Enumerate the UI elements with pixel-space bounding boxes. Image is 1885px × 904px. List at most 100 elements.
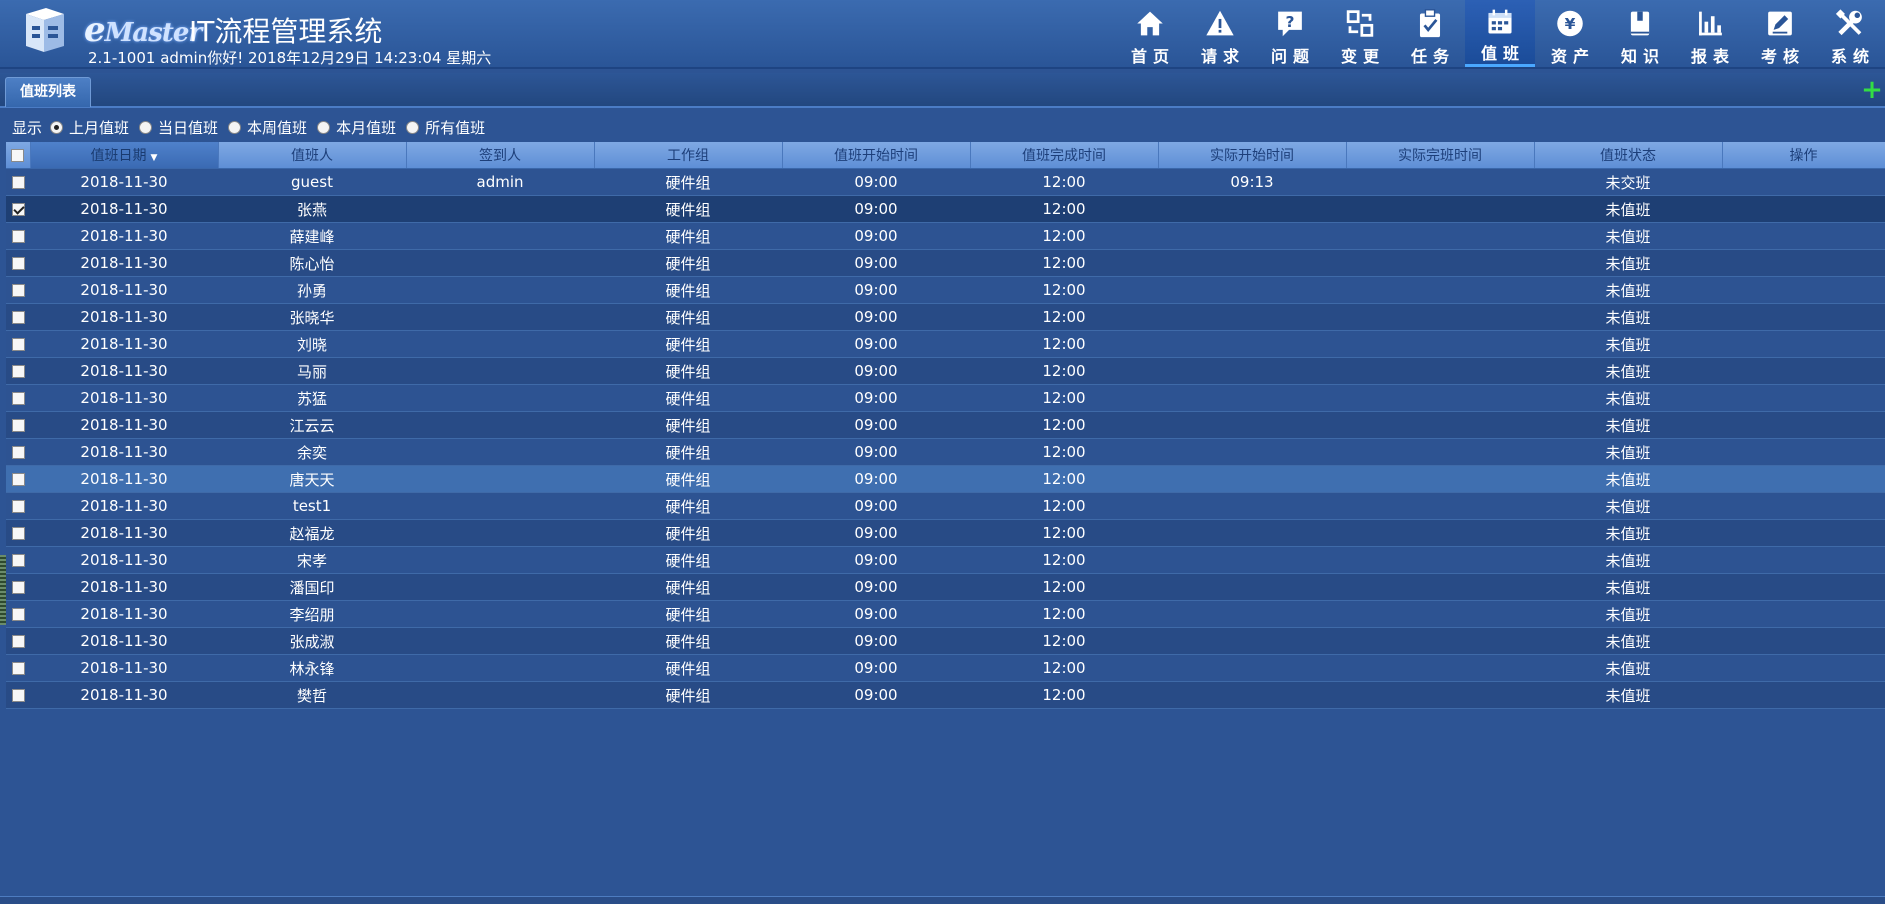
cell-group[interactable]: 硬件组 [594, 249, 782, 277]
nav-report[interactable]: 报表 [1675, 0, 1745, 67]
radio-button[interactable] [317, 120, 331, 134]
select-all-cell[interactable] [6, 142, 31, 169]
col-actual-end[interactable]: 实际完班时间 [1346, 142, 1535, 169]
side-drag-handle[interactable] [0, 555, 6, 625]
row-select-cell[interactable] [6, 249, 30, 277]
cell-group[interactable]: 硬件组 [594, 168, 782, 196]
row-select-cell[interactable] [6, 681, 30, 709]
row-select-cell[interactable] [6, 330, 30, 358]
radio-button[interactable] [139, 120, 153, 134]
row-checkbox[interactable] [11, 689, 25, 702]
row-checkbox[interactable] [11, 500, 25, 513]
cell-group[interactable]: 硬件组 [594, 627, 782, 655]
row-checkbox[interactable] [11, 419, 25, 432]
cell-group[interactable]: 硬件组 [594, 492, 782, 520]
row-select-cell[interactable] [6, 546, 30, 574]
nav-asset[interactable]: ¥ 资产 [1535, 0, 1605, 67]
col-duty-person[interactable]: 值班人 [218, 142, 407, 169]
table-row[interactable]: 2018-11-30 樊哲 硬件组 09:00 12:00 未值班 [6, 681, 1885, 709]
nav-home[interactable]: 首页 [1115, 0, 1185, 67]
radio-button[interactable] [228, 120, 242, 134]
table-row[interactable]: 2018-11-30 薛建峰 硬件组 09:00 12:00 未值班 [6, 222, 1885, 250]
row-checkbox[interactable] [11, 581, 25, 594]
col-status[interactable]: 值班状态 [1534, 142, 1723, 169]
cell-group[interactable]: 硬件组 [594, 195, 782, 223]
row-checkbox[interactable] [11, 635, 25, 648]
filter-today[interactable]: 当日值班 [139, 117, 218, 138]
table-row[interactable]: 2018-11-30 刘晓 硬件组 09:00 12:00 未值班 [6, 330, 1885, 358]
filter-this-week[interactable]: 本周值班 [228, 117, 307, 138]
table-row[interactable]: 2018-11-30 陈心怡 硬件组 09:00 12:00 未值班 [6, 249, 1885, 277]
nav-task[interactable]: 任务 [1395, 0, 1465, 67]
table-row[interactable]: 2018-11-30 马丽 硬件组 09:00 12:00 未值班 [6, 357, 1885, 385]
row-select-cell[interactable] [6, 222, 30, 250]
row-checkbox[interactable] [11, 392, 25, 405]
col-actual-start[interactable]: 实际开始时间 [1158, 142, 1347, 169]
table-row[interactable]: 2018-11-30 苏猛 硬件组 09:00 12:00 未值班 [6, 384, 1885, 412]
row-checkbox[interactable] [11, 662, 25, 675]
row-select-cell[interactable] [6, 357, 30, 385]
row-checkbox[interactable] [11, 608, 25, 621]
tab-duty-list[interactable]: 值班列表 [5, 77, 91, 107]
table-row[interactable]: 2018-11-30 余奕 硬件组 09:00 12:00 未值班 [6, 438, 1885, 466]
table-row[interactable]: 2018-11-30 潘国印 硬件组 09:00 12:00 未值班 [6, 573, 1885, 601]
nav-knowledge[interactable]: 知识 [1605, 0, 1675, 67]
row-checkbox[interactable] [11, 473, 25, 486]
row-checkbox[interactable] [11, 311, 25, 324]
row-select-cell[interactable] [6, 600, 30, 628]
col-end-time[interactable]: 值班完成时间 [970, 142, 1159, 169]
row-checkbox[interactable] [11, 338, 25, 351]
row-checkbox[interactable] [11, 284, 25, 297]
cell-group[interactable]: 硬件组 [594, 465, 782, 493]
nav-request[interactable]: 请求 [1185, 0, 1255, 67]
row-checkbox[interactable] [11, 257, 25, 270]
col-signer[interactable]: 签到人 [406, 142, 595, 169]
row-checkbox[interactable] [11, 446, 25, 459]
nav-problem[interactable]: ? 问题 [1255, 0, 1325, 67]
row-select-cell[interactable] [6, 492, 30, 520]
radio-button[interactable] [50, 120, 64, 134]
cell-group[interactable]: 硬件组 [594, 411, 782, 439]
cell-group[interactable]: 硬件组 [594, 384, 782, 412]
table-row[interactable]: 2018-11-30 张燕 硬件组 09:00 12:00 未值班 [6, 195, 1885, 223]
row-select-cell[interactable] [6, 465, 30, 493]
cell-group[interactable]: 硬件组 [594, 357, 782, 385]
cell-group[interactable]: 硬件组 [594, 438, 782, 466]
table-row[interactable]: 2018-11-30 李绍朋 硬件组 09:00 12:00 未值班 [6, 600, 1885, 628]
row-select-cell[interactable] [6, 195, 30, 223]
filter-last-month[interactable]: 上月值班 [50, 117, 129, 138]
row-select-cell[interactable] [6, 519, 30, 547]
table-row[interactable]: 2018-11-30 赵福龙 硬件组 09:00 12:00 未值班 [6, 519, 1885, 547]
row-select-cell[interactable] [6, 573, 30, 601]
cell-group[interactable]: 硬件组 [594, 222, 782, 250]
row-select-cell[interactable] [6, 384, 30, 412]
row-checkbox[interactable] [11, 554, 25, 567]
nav-change[interactable]: 变更 [1325, 0, 1395, 67]
table-row[interactable]: 2018-11-30 guest admin 硬件组 09:00 12:00 09:13 未交… [6, 168, 1885, 196]
table-row[interactable]: 2018-11-30 林永锋 硬件组 09:00 12:00 未值班 [6, 654, 1885, 682]
cell-group[interactable]: 硬件组 [594, 546, 782, 574]
cell-group[interactable]: 硬件组 [594, 654, 782, 682]
nav-duty[interactable]: 值班 [1465, 0, 1535, 67]
table-row[interactable]: 2018-11-30 宋孝 硬件组 09:00 12:00 未值班 [6, 546, 1885, 574]
table-row[interactable]: 2018-11-30 张晓华 硬件组 09:00 12:00 未值班 [6, 303, 1885, 331]
row-select-cell[interactable] [6, 438, 30, 466]
row-select-cell[interactable] [6, 627, 30, 655]
col-start-time[interactable]: 值班开始时间 [782, 142, 971, 169]
cell-group[interactable]: 硬件组 [594, 681, 782, 709]
row-select-cell[interactable] [6, 303, 30, 331]
cell-group[interactable]: 硬件组 [594, 303, 782, 331]
col-duty-date[interactable]: 值班日期 ▼ [30, 142, 219, 169]
add-duty-button[interactable]: + [1861, 77, 1883, 103]
row-checkbox[interactable] [11, 365, 25, 378]
select-all-checkbox[interactable] [11, 148, 25, 162]
table-row[interactable]: 2018-11-30 江云云 硬件组 09:00 12:00 未值班 [6, 411, 1885, 439]
table-row[interactable]: 2018-11-30 张成淑 硬件组 09:00 12:00 未值班 [6, 627, 1885, 655]
table-row[interactable]: 2018-11-30 test1 硬件组 09:00 12:00 未值班 [6, 492, 1885, 520]
row-checkbox[interactable] [11, 230, 25, 243]
row-checkbox[interactable] [11, 203, 25, 216]
col-work-group[interactable]: 工作组 [594, 142, 783, 169]
row-select-cell[interactable] [6, 168, 30, 196]
cell-group[interactable]: 硬件组 [594, 573, 782, 601]
cell-group[interactable]: 硬件组 [594, 519, 782, 547]
